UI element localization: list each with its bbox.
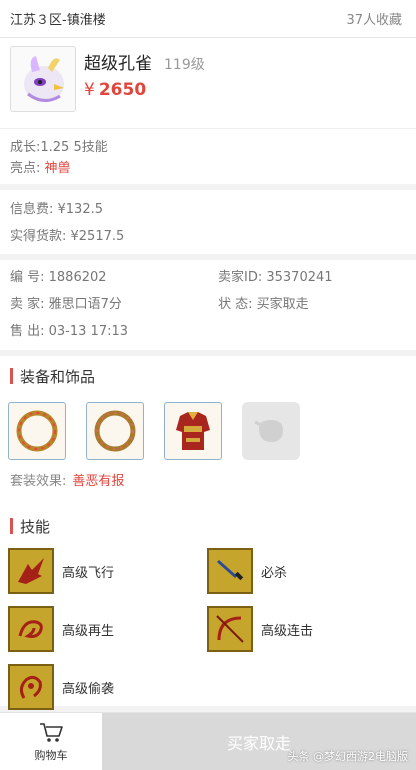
skill-name: 高级偷袭	[62, 681, 115, 697]
growth-skills: 成长:1.25 5技能	[10, 140, 108, 155]
watermark: 头条 @梦幻西游2电脑版	[287, 750, 409, 763]
seller-name: 卖 家: 雅思口语7分	[10, 297, 122, 312]
skill-advanced-combo[interactable]: 高级连击	[207, 606, 406, 652]
sold-time: 售 出: 03-13 17:13	[10, 324, 129, 339]
skill-critical[interactable]: 必杀	[207, 548, 406, 594]
bow-icon	[207, 606, 253, 652]
equip-armor[interactable]	[164, 402, 222, 460]
pet-price: ¥2650	[84, 80, 205, 100]
sneak-icon	[8, 664, 54, 710]
skills-title: 技能	[0, 506, 416, 546]
cart-icon	[40, 723, 63, 742]
title-accent-bar	[10, 368, 13, 384]
fees: 信息费: ¥132.5 实得货款: ¥2517.5	[0, 190, 416, 254]
wing-icon	[8, 548, 54, 594]
regen-icon	[8, 606, 54, 652]
buy-button[interactable]: 买家取走 头条 @梦幻西游2电脑版	[102, 713, 416, 770]
suit-label: 套装效果:	[10, 474, 67, 489]
pet-card: 超级孔雀 119级 ¥2650	[0, 38, 416, 128]
skill-advanced-flight[interactable]: 高级飞行	[8, 548, 207, 594]
suit-value: 善恶有报	[72, 474, 125, 489]
cart-button[interactable]: 购物车	[0, 713, 102, 770]
highlight-value: 神兽	[44, 161, 71, 176]
skills-title-text: 技能	[20, 517, 51, 536]
skill-name: 高级连击	[261, 623, 314, 639]
seller-id: 卖家ID: 35370241	[218, 270, 333, 285]
header: 江苏３区-镇淮楼 37人收藏	[0, 0, 416, 38]
skill-advanced-regen[interactable]: 高级再生	[8, 606, 207, 652]
info-fee: 信息费: ¥132.5	[10, 202, 103, 217]
highlight-label: 亮点:	[10, 161, 41, 176]
suit-effect: 套装效果: 善恶有报	[0, 460, 416, 489]
currency-symbol: ¥	[84, 80, 95, 100]
server-name: 江苏３区-镇淮楼	[10, 13, 106, 28]
collect-count[interactable]: 37人收藏	[346, 9, 402, 28]
pet-name: 超级孔雀	[84, 54, 152, 74]
buy-label: 买家取走	[226, 733, 291, 753]
title-accent-bar	[10, 518, 13, 534]
trade-status: 状 态: 买家取走	[218, 297, 309, 312]
skill-name: 必杀	[261, 565, 288, 581]
equip-ring-1[interactable]	[8, 402, 66, 460]
equipment-title: 装备和饰品	[0, 356, 416, 396]
sword-icon	[207, 548, 253, 594]
pet-attributes: 成长:1.25 5技能 亮点: 神兽	[0, 128, 416, 184]
bottom-bar: 购物车 买家取走 头条 @梦幻西游2电脑版	[0, 712, 416, 770]
pet-level: 119级	[164, 57, 205, 73]
equip-ring-2[interactable]	[86, 402, 144, 460]
skill-advanced-sneak[interactable]: 高级偷袭	[8, 664, 207, 710]
equipment-title-text: 装备和饰品	[20, 367, 96, 386]
highlight-row: 亮点: 神兽	[10, 158, 406, 179]
skills-section: 技能 高级飞行 必杀 高级再生 高级连击 高级偷袭	[0, 506, 416, 710]
skill-name: 高级飞行	[62, 565, 115, 581]
net-payment: 实得货款: ¥2517.5	[10, 229, 125, 244]
skill-name: 高级再生	[62, 623, 115, 639]
equip-empty-slot[interactable]	[242, 402, 300, 460]
trade-info: 编 号: 1886202 卖家ID: 35370241 卖 家: 雅思口语7分 …	[0, 260, 416, 350]
trade-id: 编 号: 1886202	[10, 270, 107, 285]
cart-label: 购物车	[34, 749, 68, 762]
price-value: 2650	[98, 80, 147, 100]
equipment-section: 装备和饰品 套装效果: 善恶有报	[0, 356, 416, 506]
pet-avatar[interactable]	[10, 46, 76, 112]
